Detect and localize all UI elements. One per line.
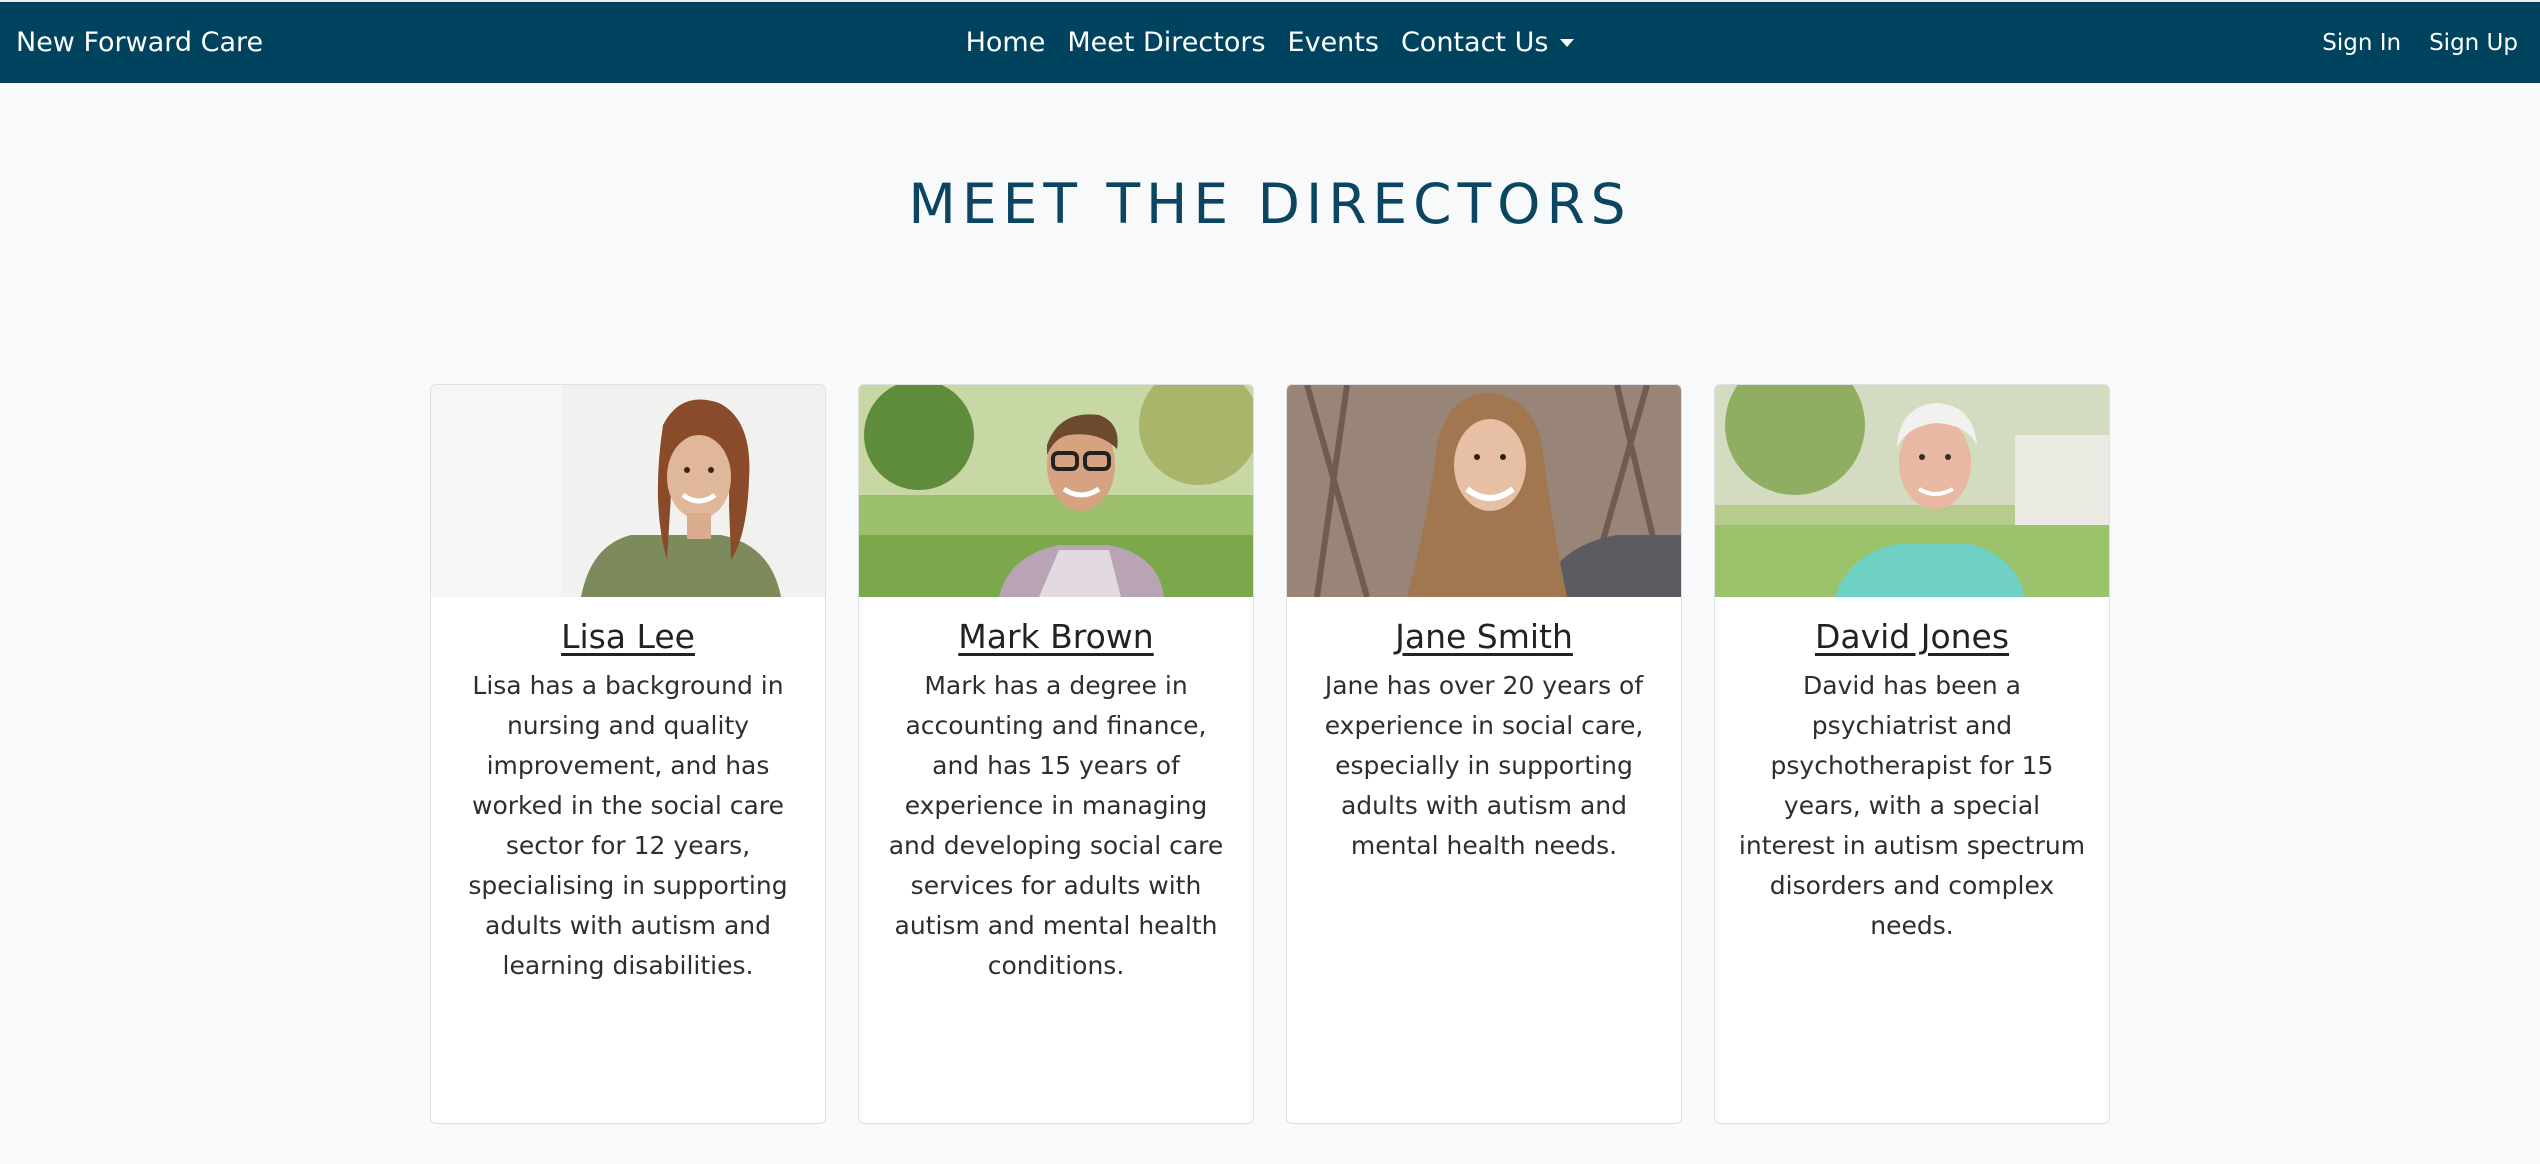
director-bio: Lisa has a background in nursing and qua… — [468, 671, 788, 980]
director-card: Jane Smith Jane has over 20 years of exp… — [1286, 384, 1682, 1124]
director-name-link[interactable]: Mark Brown — [958, 617, 1153, 656]
card-body: Mark Brown Mark has a degree in accounti… — [859, 597, 1253, 986]
card-body: Lisa Lee Lisa has a background in nursin… — [431, 597, 825, 986]
woman-portrait-photo — [431, 385, 825, 597]
main-nav: Home Meet Directors Events Contact Us — [0, 2, 2540, 83]
nav-contact-us-label: Contact Us — [1400, 27, 1549, 58]
elderly-man-portrait-photo — [1715, 385, 2109, 597]
director-name-link[interactable]: Jane Smith — [1395, 617, 1573, 656]
nav-meet-directors[interactable]: Meet Directors — [1056, 2, 1276, 83]
director-card: David Jones David has been a psychiatris… — [1714, 384, 2110, 1124]
caret-down-icon — [1560, 38, 1575, 47]
directors-grid: Lisa Lee Lisa has a background in nursin… — [430, 384, 2110, 1124]
sign-up-link[interactable]: Sign Up — [2415, 30, 2532, 56]
director-card: Lisa Lee Lisa has a background in nursin… — [430, 384, 826, 1124]
director-bio: David has been a psychiatrist and psycho… — [1738, 671, 2086, 940]
director-card: Mark Brown Mark has a degree in accounti… — [858, 384, 1254, 1124]
nav-events[interactable]: Events — [1277, 2, 1390, 83]
card-body: Jane Smith Jane has over 20 years of exp… — [1287, 597, 1681, 866]
director-bio: Mark has a degree in accounting and fina… — [888, 671, 1224, 980]
nav-home[interactable]: Home — [955, 2, 1057, 83]
director-name-link[interactable]: Lisa Lee — [561, 617, 695, 656]
nav-contact-us-dropdown[interactable]: Contact Us — [1390, 2, 1585, 83]
page-title: MEET THE DIRECTORS — [908, 172, 1632, 236]
director-name-link[interactable]: David Jones — [1815, 617, 2009, 656]
director-bio: Jane has over 20 years of experience in … — [1324, 671, 1644, 860]
woman-long-hair-portrait-photo — [1287, 385, 1681, 597]
sign-in-link[interactable]: Sign In — [2308, 30, 2415, 56]
card-body: David Jones David has been a psychiatris… — [1715, 597, 2109, 946]
auth-nav: Sign In Sign Up — [2308, 2, 2532, 83]
man-with-glasses-portrait-photo — [859, 385, 1253, 597]
top-navbar: New Forward Care Home Meet Directors Eve… — [0, 0, 2540, 83]
